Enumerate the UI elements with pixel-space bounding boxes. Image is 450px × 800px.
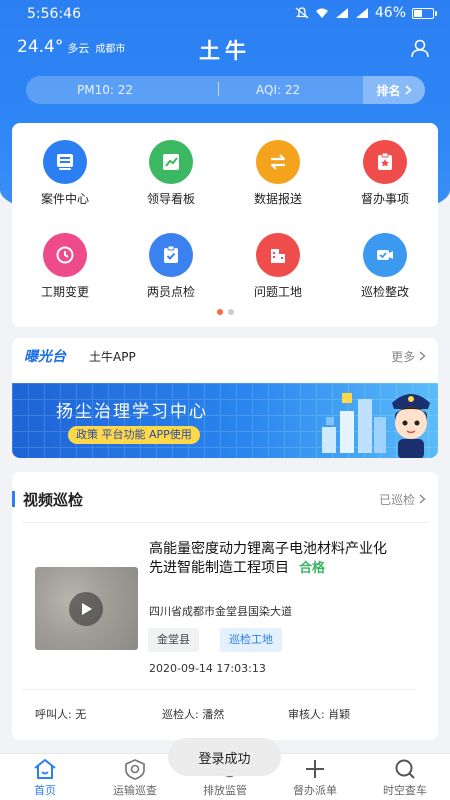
exposure-header: 曝光台 土牛APP 更多: [12, 338, 438, 374]
caller-info: 呼叫人: 无: [35, 708, 87, 721]
status-badge: 合格: [299, 561, 326, 576]
nav-search-car[interactable]: 时空查车: [360, 758, 450, 798]
toast-message: 登录成功: [168, 738, 281, 776]
banner-tags: 政策 平台功能 APP使用: [68, 426, 200, 444]
nav-label: 排放监管: [203, 784, 247, 797]
nav-label: 时空查车: [383, 784, 427, 797]
page-dot: [227, 309, 234, 315]
schedule-change-icon: [43, 233, 87, 277]
divider: [22, 522, 428, 523]
menu-item-inspection-check[interactable]: 两员点检: [118, 233, 224, 300]
project-title[interactable]: 高能量密度动力锂离子电池材料产业化先进智能制造工程项目 合格: [149, 540, 393, 578]
case-center-icon: [43, 140, 87, 184]
signal-icon-2: [355, 8, 368, 18]
exposure-card: 曝光台 土牛APP 更多 扬尘治理学习中心 政策 平台功能 APP使用: [12, 338, 438, 458]
battery-fill: [414, 9, 422, 17]
search-car-icon: [395, 759, 415, 779]
exposure-logo: 曝光台: [24, 349, 66, 365]
chevron-right-icon: [419, 494, 426, 504]
video-inspection-card: 视频巡检 已巡检 高能量密度动力锂离子电池材料产业化先进智能制造工程项目 合格 四…: [12, 472, 438, 740]
menu-label: 工期变更: [40, 285, 89, 299]
menu-item-data-report[interactable]: 数据报送: [225, 140, 331, 207]
menu-item-problem-site[interactable]: 问题工地: [225, 233, 331, 300]
play-icon[interactable]: [69, 592, 103, 626]
menu-label: 两员点检: [146, 285, 195, 299]
inspector-info: 巡检人: 潘然: [162, 708, 225, 721]
reviewer-info: 审核人: 肖颖: [288, 708, 351, 721]
menu-label: 巡检整改: [360, 285, 409, 299]
patrol-rectify-icon: [363, 233, 407, 277]
menu-item-patrol-rectify[interactable]: 巡检整改: [332, 233, 438, 300]
menu-item-supervise[interactable]: 督办事项: [332, 140, 438, 207]
supervise-icon: [363, 140, 407, 184]
site-type-tag: 巡检工地: [220, 628, 282, 652]
section-accent-bar: [12, 491, 15, 507]
nav-label: 首页: [34, 784, 56, 797]
air-quality-bar: PM10: 22 AQI: 22 排名: [26, 76, 425, 104]
rank-button[interactable]: 排名: [363, 76, 425, 104]
divider: [22, 689, 416, 690]
pm10-value: PM10: 22: [77, 83, 133, 97]
police-mascot-icon: [392, 394, 430, 458]
more-link[interactable]: 更多: [391, 348, 426, 365]
chevron-right-icon: [419, 351, 426, 361]
nav-label: 督办派单: [293, 784, 337, 797]
menu-label: 领导看板: [146, 192, 195, 206]
banner-title: 扬尘治理学习中心: [56, 402, 208, 422]
aqi-value: AQI: 22: [256, 83, 301, 97]
district-tag: 金堂县: [148, 628, 199, 652]
nav-home[interactable]: 首页: [0, 758, 90, 798]
rank-label: 排名: [376, 83, 401, 98]
function-menu-card: 案件中心 领导看板 数据报送 督办事项 工期变更 两员点检 问题工地 巡检整改: [12, 123, 438, 327]
status-time: 5:56:46: [27, 6, 81, 22]
inspection-time: 2020-09-14 17:03:13: [149, 662, 266, 675]
plus-icon: [306, 760, 324, 778]
inspected-link[interactable]: 已巡检: [379, 491, 426, 508]
inspected-label: 已巡检: [379, 493, 416, 507]
learning-center-banner[interactable]: 扬尘治理学习中心 政策 平台功能 APP使用: [12, 383, 438, 458]
video-thumbnail[interactable]: [35, 567, 138, 650]
leader-board-icon: [149, 140, 193, 184]
exposure-subtitle: 土牛APP: [89, 350, 136, 364]
more-label: 更多: [391, 350, 416, 364]
nav-transport-patrol[interactable]: 运输巡查: [90, 758, 180, 798]
menu-item-case-center[interactable]: 案件中心: [12, 140, 118, 207]
menu-label: 案件中心: [40, 192, 89, 206]
wifi-icon: [315, 8, 328, 18]
data-report-icon: [256, 140, 300, 184]
menu-label: 督办事项: [360, 192, 409, 206]
page-dot-active: [216, 309, 223, 315]
signal-icon: [335, 8, 348, 18]
menu-item-leader-board[interactable]: 领导看板: [118, 140, 224, 207]
video-section-title: 视频巡检: [23, 491, 84, 509]
problem-site-icon: [256, 233, 300, 277]
nav-label: 运输巡查: [113, 784, 157, 797]
project-name: 高能量密度动力锂离子电池材料产业化先进智能制造工程项目: [149, 541, 387, 576]
page-indicator: [12, 309, 438, 315]
nav-dispatch[interactable]: 督办派单: [270, 758, 360, 798]
menu-label: 数据报送: [253, 192, 302, 206]
status-bar: 5:56:46 46%: [0, 0, 450, 28]
mute-bell-icon: [295, 7, 309, 19]
aqi-separator: [218, 82, 219, 96]
menu-item-schedule-change[interactable]: 工期变更: [12, 233, 118, 300]
chevron-right-icon: [404, 85, 412, 95]
transport-patrol-icon: [125, 759, 145, 780]
home-icon: [34, 759, 56, 779]
menu-label: 问题工地: [253, 285, 302, 299]
inspection-check-icon: [149, 233, 193, 277]
user-profile-icon[interactable]: [410, 38, 430, 58]
data-cubes-illustration: [322, 393, 386, 453]
app-title: 土牛: [199, 39, 251, 63]
battery-icon: [412, 7, 437, 19]
battery-percent: 46%: [374, 5, 406, 21]
project-address: 四川省成都市金堂县国染大道: [149, 605, 292, 618]
